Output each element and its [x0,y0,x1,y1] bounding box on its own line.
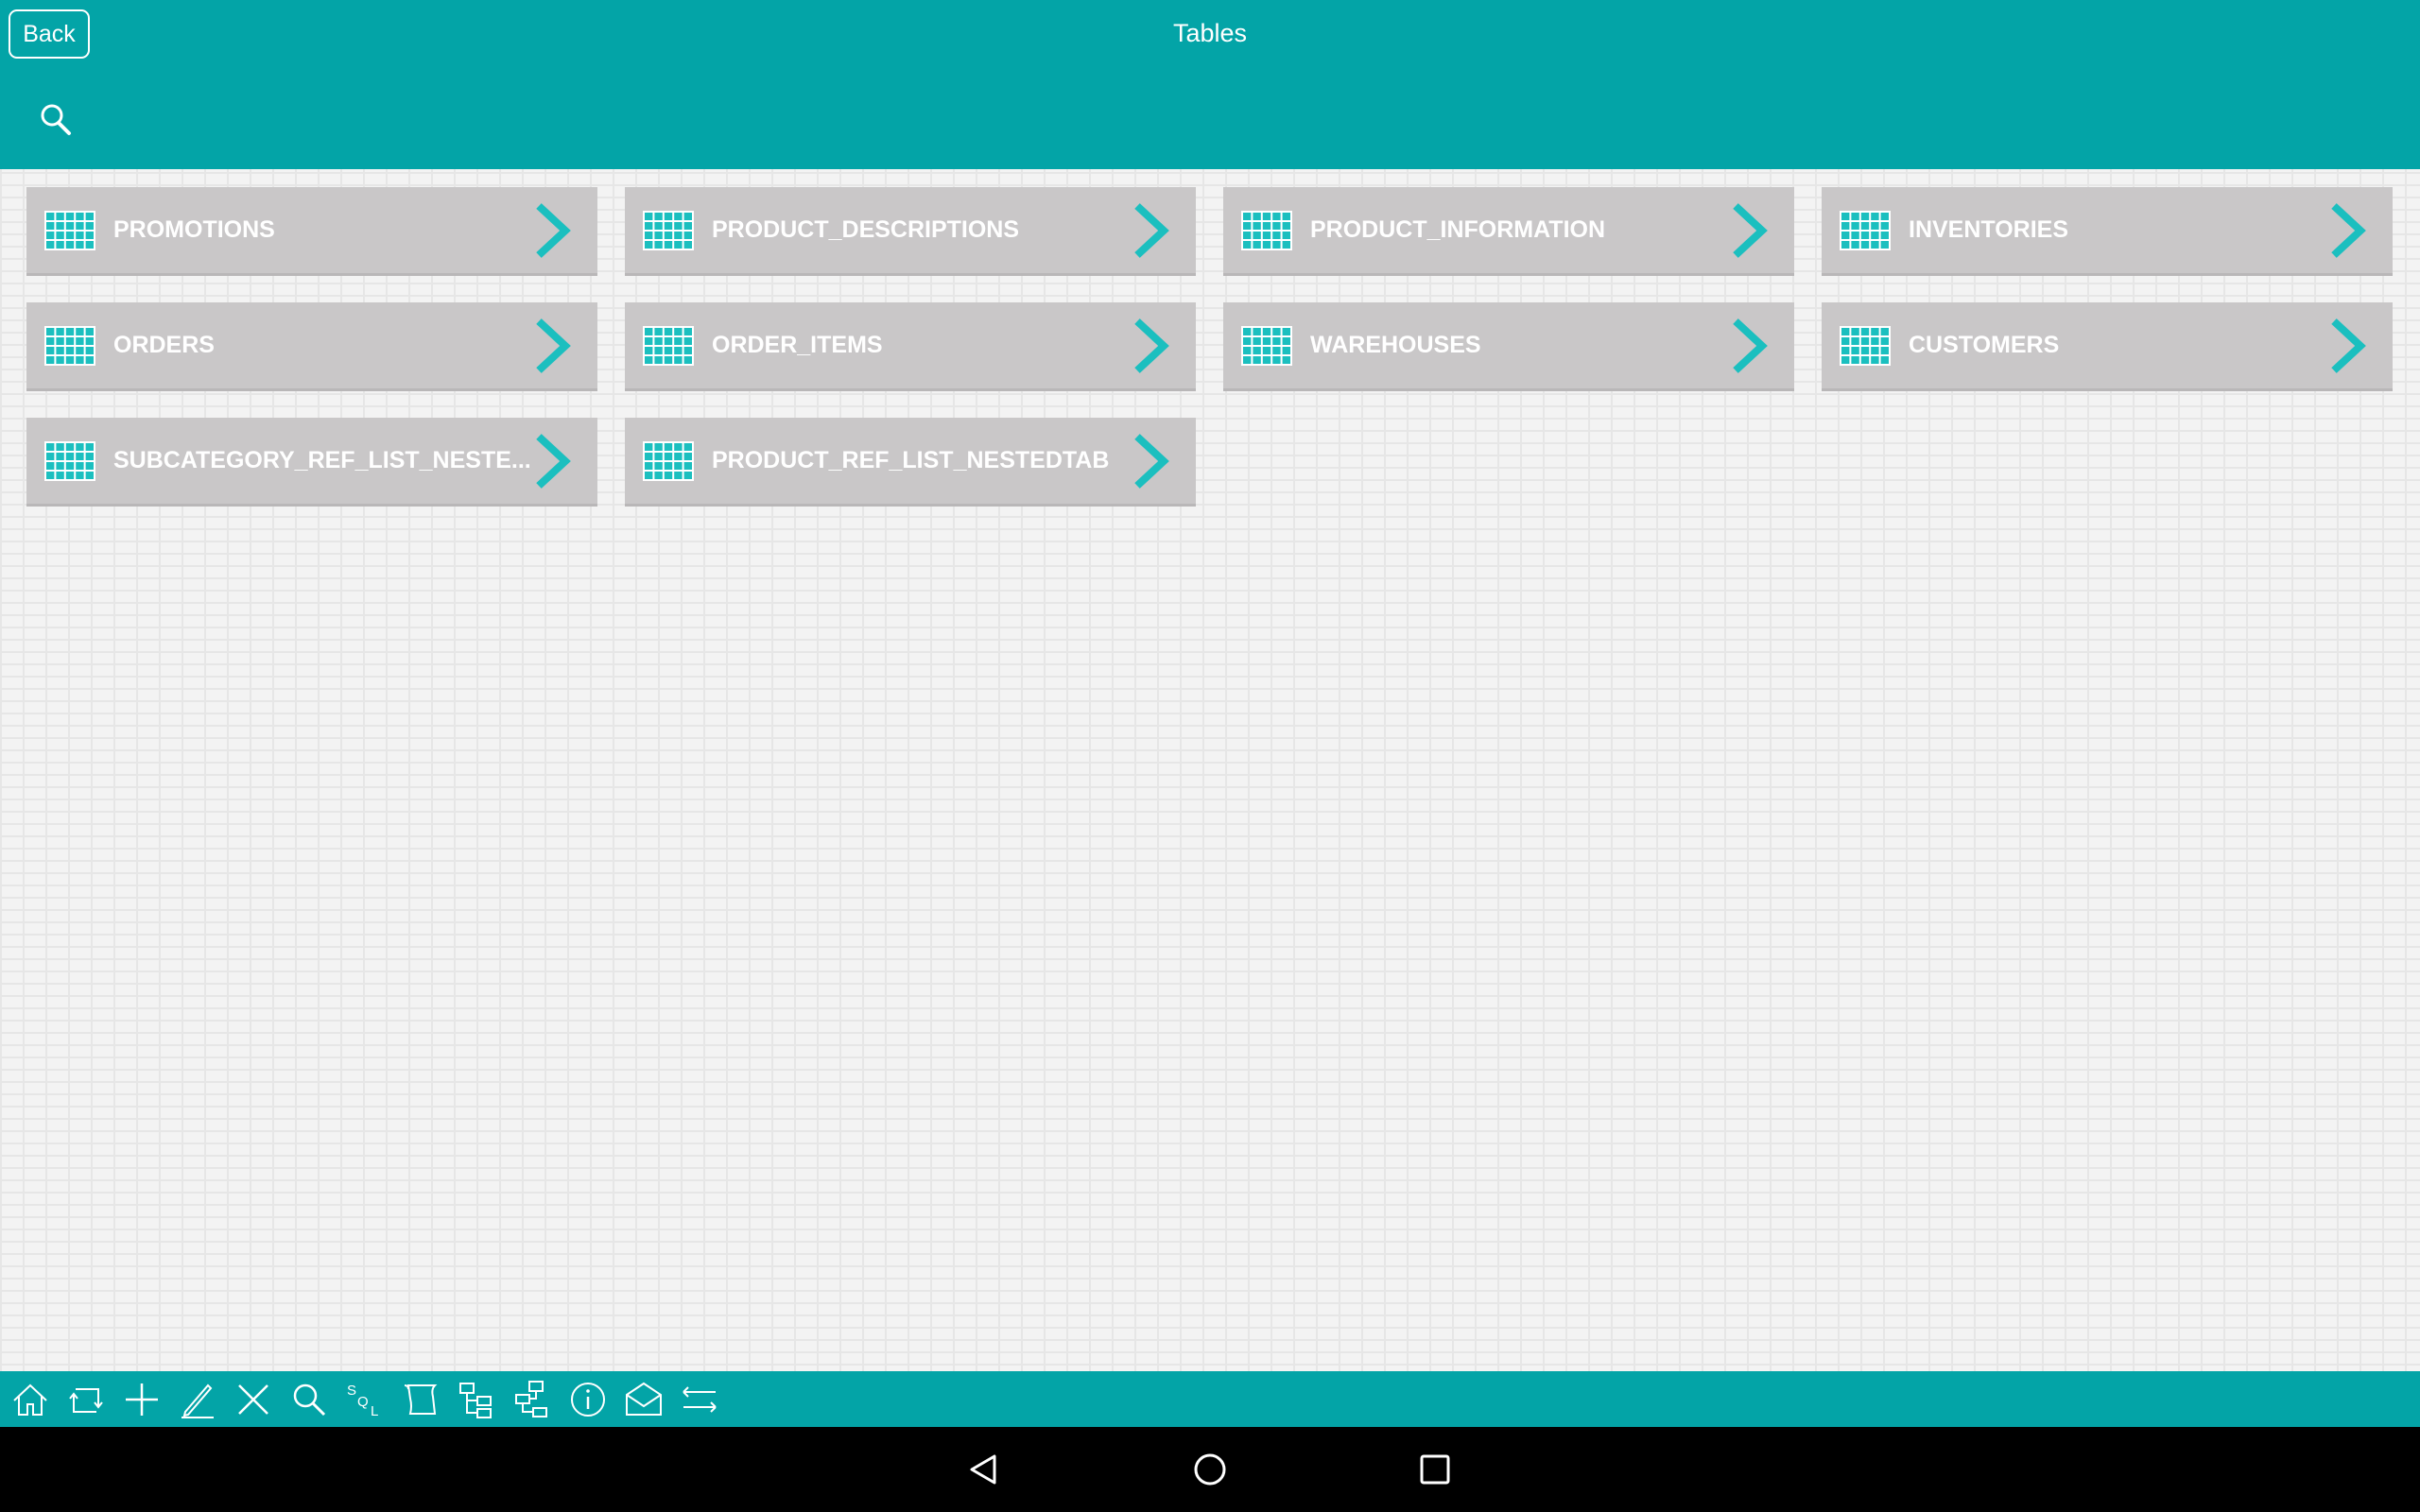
table-name: PRODUCT_REF_LIST_NESTEDTAB [712,447,1110,473]
search-icon[interactable] [285,1375,334,1424]
tables-grid: PROMOTIONS PRODUCT_DESCRIPTIONS PRODUCT_IN… [26,187,2394,507]
chevron-right-icon[interactable] [1130,318,1173,374]
table-name: WAREHOUSES [1310,332,1481,358]
delete-icon[interactable] [229,1375,278,1424]
bottom-toolbar: S Q L [0,1371,2420,1427]
table-name: ORDERS [113,332,215,358]
table-tile[interactable]: PRODUCT_DESCRIPTIONS [625,187,1196,276]
sql-icon[interactable]: S Q L [340,1375,389,1424]
top-app-bar: Back Tables [0,0,2420,169]
table-grid-icon [643,211,694,250]
chevron-right-icon[interactable] [1728,318,1772,374]
chevron-right-icon[interactable] [2326,202,2370,259]
table-tile[interactable]: SUBCATEGORY_REF_LIST_NESTE... [26,418,597,507]
chevron-right-icon[interactable] [2326,318,2370,374]
system-nav-bar [0,1427,2420,1512]
nav-home-icon[interactable] [1184,1443,1236,1496]
table-grid-icon [1241,211,1292,250]
page-title: Tables [1172,19,1248,47]
app-window: Back Tables PROMOTIONS PRODUCT_DESCRIPTIO… [0,0,2420,1512]
table-name: CUSTOMERS [1909,332,2060,358]
table-grid-icon [44,326,95,366]
hierarchy-icon[interactable] [452,1375,501,1424]
sql-letter-q: Q [357,1394,369,1410]
nav-recents-icon[interactable] [1409,1443,1461,1496]
script-icon[interactable] [396,1375,445,1424]
table-grid-icon [44,441,95,481]
table-name: SUBCATEGORY_REF_LIST_NESTE... [113,447,531,473]
table-name: PROMOTIONS [113,216,275,243]
sql-letter-l: L [371,1403,378,1419]
search-icon[interactable] [36,100,78,142]
table-grid-icon [1840,211,1891,250]
table-name: ORDER_ITEMS [712,332,883,358]
home-icon[interactable] [6,1375,55,1424]
chevron-right-icon[interactable] [531,202,575,259]
back-button[interactable]: Back [9,9,90,59]
nav-back-icon[interactable] [959,1443,1011,1496]
table-tile[interactable]: PROMOTIONS [26,187,597,276]
mail-icon[interactable] [619,1375,668,1424]
table-grid-icon [643,441,694,481]
table-tile[interactable]: CUSTOMERS [1822,302,2393,391]
chevron-right-icon[interactable] [1130,433,1173,490]
table-tile[interactable]: WAREHOUSES [1223,302,1794,391]
table-name: INVENTORIES [1909,216,2069,243]
table-tile[interactable]: ORDER_ITEMS [625,302,1196,391]
table-tile[interactable]: PRODUCT_REF_LIST_NESTEDTAB [625,418,1196,507]
table-name: PRODUCT_DESCRIPTIONS [712,216,1020,243]
table-tile[interactable]: PRODUCT_INFORMATION [1223,187,1794,276]
swap-icon[interactable] [675,1375,724,1424]
chevron-right-icon[interactable] [1728,202,1772,259]
refresh-icon[interactable] [61,1375,111,1424]
table-grid-icon [1241,326,1292,366]
table-tile[interactable]: ORDERS [26,302,597,391]
sql-letter-s: S [347,1383,356,1399]
hierarchy-alt-icon[interactable] [508,1375,557,1424]
add-icon[interactable] [117,1375,166,1424]
table-grid-icon [44,211,95,250]
table-grid-icon [643,326,694,366]
chevron-right-icon[interactable] [1130,202,1173,259]
table-name: PRODUCT_INFORMATION [1310,216,1606,243]
chevron-right-icon[interactable] [531,433,575,490]
table-grid-icon [1840,326,1891,366]
info-icon[interactable] [563,1375,613,1424]
edit-icon[interactable] [173,1375,222,1424]
table-tile[interactable]: INVENTORIES [1822,187,2393,276]
chevron-right-icon[interactable] [531,318,575,374]
